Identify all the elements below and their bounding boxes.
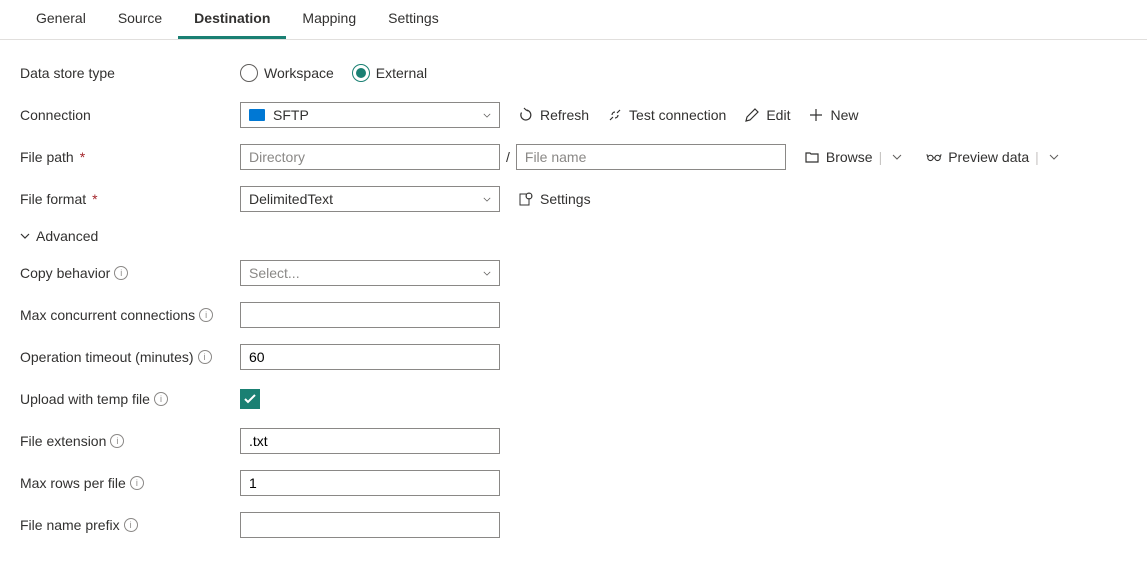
file-format-dropdown[interactable]: DelimitedText bbox=[240, 186, 500, 212]
form-area: Data store type Workspace External Conne… bbox=[0, 40, 1147, 574]
info-icon: i bbox=[114, 266, 128, 280]
max-concurrent-connections-input[interactable] bbox=[240, 302, 500, 328]
copy-behavior-dropdown[interactable]: Select... bbox=[240, 260, 500, 286]
label-connection: Connection bbox=[20, 107, 240, 123]
row-max-rows-per-file: Max rows per file i bbox=[20, 470, 1127, 496]
required-asterisk: * bbox=[92, 191, 97, 207]
label-upload-with-temp-file: Upload with temp file i bbox=[20, 391, 240, 407]
copy-behavior-placeholder: Select... bbox=[249, 265, 300, 281]
file-name-prefix-input[interactable] bbox=[240, 512, 500, 538]
preview-glasses-icon bbox=[926, 149, 942, 165]
tab-general[interactable]: General bbox=[20, 0, 102, 39]
tab-mapping[interactable]: Mapping bbox=[286, 0, 372, 39]
info-icon: i bbox=[154, 392, 168, 406]
info-icon: i bbox=[124, 518, 138, 532]
max-rows-per-file-input[interactable] bbox=[240, 470, 500, 496]
row-file-name-prefix: File name prefix i bbox=[20, 512, 1127, 538]
radio-external-label: External bbox=[376, 65, 427, 81]
refresh-icon bbox=[518, 107, 534, 123]
format-settings-button[interactable]: Settings bbox=[518, 191, 591, 207]
browse-chevron-icon[interactable] bbox=[892, 154, 902, 160]
label-data-store-type: Data store type bbox=[20, 65, 240, 81]
preview-data-button[interactable]: Preview data bbox=[926, 149, 1029, 165]
test-connection-icon bbox=[607, 107, 623, 123]
label-file-format: File format* bbox=[20, 191, 240, 207]
new-label: New bbox=[830, 107, 858, 123]
preview-data-label: Preview data bbox=[948, 149, 1029, 165]
info-icon: i bbox=[199, 308, 213, 322]
row-upload-with-temp-file: Upload with temp file i bbox=[20, 386, 1127, 412]
edit-button[interactable]: Edit bbox=[744, 107, 790, 123]
directory-input[interactable] bbox=[240, 144, 500, 170]
radio-workspace-label: Workspace bbox=[264, 65, 334, 81]
info-icon: i bbox=[198, 350, 212, 364]
edit-label: Edit bbox=[766, 107, 790, 123]
filename-input[interactable] bbox=[516, 144, 786, 170]
connection-dropdown[interactable]: SFTP bbox=[240, 102, 500, 128]
tab-destination[interactable]: Destination bbox=[178, 0, 286, 39]
browse-label: Browse bbox=[826, 149, 873, 165]
tab-settings[interactable]: Settings bbox=[372, 0, 455, 39]
row-max-concurrent-connections: Max concurrent connections i bbox=[20, 302, 1127, 328]
browse-folder-icon bbox=[804, 149, 820, 165]
browse-button[interactable]: Browse bbox=[804, 149, 873, 165]
file-extension-input[interactable] bbox=[240, 428, 500, 454]
label-file-extension: File extension i bbox=[20, 433, 240, 449]
label-operation-timeout: Operation timeout (minutes) i bbox=[20, 349, 240, 365]
label-file-path: File path* bbox=[20, 149, 240, 165]
tab-source[interactable]: Source bbox=[102, 0, 178, 39]
format-settings-label: Settings bbox=[540, 191, 591, 207]
connection-value: SFTP bbox=[273, 107, 309, 123]
label-file-name-prefix: File name prefix i bbox=[20, 517, 240, 533]
chevron-down-icon bbox=[483, 113, 491, 118]
radio-group-data-store-type: Workspace External bbox=[240, 64, 427, 82]
row-operation-timeout: Operation timeout (minutes) i bbox=[20, 344, 1127, 370]
new-button[interactable]: New bbox=[808, 107, 858, 123]
operation-timeout-input[interactable] bbox=[240, 344, 500, 370]
separator: | bbox=[879, 149, 883, 165]
required-asterisk: * bbox=[80, 149, 85, 165]
preview-chevron-icon[interactable] bbox=[1049, 154, 1059, 160]
chevron-down-icon bbox=[483, 271, 491, 276]
test-connection-button[interactable]: Test connection bbox=[607, 107, 726, 123]
separator: | bbox=[1035, 149, 1039, 165]
row-connection: Connection SFTP Refresh Test connection bbox=[20, 102, 1127, 128]
edit-icon bbox=[744, 107, 760, 123]
radio-circle-selected-icon bbox=[352, 64, 370, 82]
row-copy-behavior: Copy behavior i Select... bbox=[20, 260, 1127, 286]
plus-icon bbox=[808, 107, 824, 123]
advanced-toggle[interactable]: Advanced bbox=[20, 228, 1127, 244]
advanced-label: Advanced bbox=[36, 228, 98, 244]
path-separator: / bbox=[506, 149, 510, 165]
refresh-button[interactable]: Refresh bbox=[518, 107, 589, 123]
upload-with-temp-file-checkbox[interactable] bbox=[240, 389, 260, 409]
chevron-down-icon bbox=[483, 197, 491, 202]
row-file-format: File format* DelimitedText Settings bbox=[20, 186, 1127, 212]
row-file-path: File path* / Browse | Preview data | bbox=[20, 144, 1127, 170]
test-connection-label: Test connection bbox=[629, 107, 726, 123]
radio-workspace[interactable]: Workspace bbox=[240, 64, 334, 82]
radio-inner-dot-icon bbox=[356, 68, 366, 78]
info-icon: i bbox=[130, 476, 144, 490]
refresh-label: Refresh bbox=[540, 107, 589, 123]
label-copy-behavior: Copy behavior i bbox=[20, 265, 240, 281]
file-format-value: DelimitedText bbox=[249, 191, 333, 207]
label-max-rows-per-file: Max rows per file i bbox=[20, 475, 240, 491]
row-file-extension: File extension i bbox=[20, 428, 1127, 454]
radio-circle-icon bbox=[240, 64, 258, 82]
label-max-concurrent-connections: Max concurrent connections i bbox=[20, 307, 240, 323]
folder-icon bbox=[249, 109, 265, 121]
chevron-down-icon bbox=[20, 233, 30, 239]
checkmark-icon bbox=[244, 394, 256, 404]
info-icon: i bbox=[110, 434, 124, 448]
tabs-bar: General Source Destination Mapping Setti… bbox=[0, 0, 1147, 40]
radio-external[interactable]: External bbox=[352, 64, 427, 82]
row-data-store-type: Data store type Workspace External bbox=[20, 60, 1127, 86]
settings-gear-icon bbox=[518, 191, 534, 207]
